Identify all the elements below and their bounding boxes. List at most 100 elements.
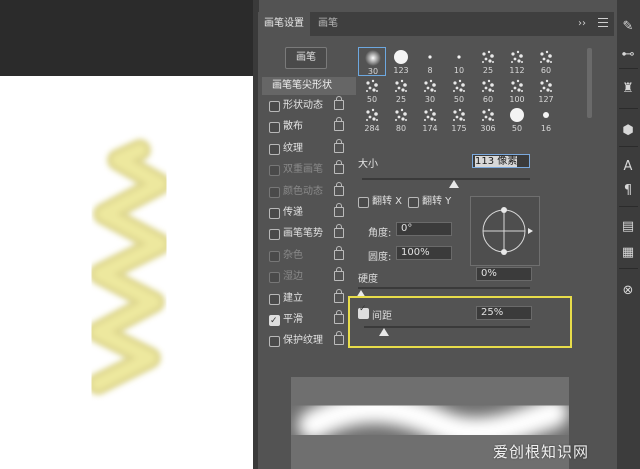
character-icon[interactable]: A — [621, 160, 635, 174]
angle-roundness-widget[interactable] — [470, 196, 540, 266]
option-checkbox[interactable] — [269, 208, 280, 219]
roundness-label: 圆度: — [368, 252, 392, 263]
paragraph-icon[interactable]: ¶ — [621, 184, 635, 198]
lock-icon[interactable] — [334, 245, 344, 260]
option-checkbox[interactable] — [269, 250, 280, 262]
spacing-checkbox[interactable] — [358, 304, 369, 319]
lock-icon[interactable] — [334, 96, 344, 110]
brush-option-row[interactable]: 杂色 — [262, 245, 346, 266]
spacing-input[interactable]: 25% — [476, 306, 532, 320]
hardness-input[interactable]: 0% — [476, 267, 532, 281]
spacing-slider-knob[interactable] — [378, 328, 389, 336]
lock-icon[interactable] — [334, 160, 344, 175]
3d-cube-icon[interactable]: ⬢ — [621, 124, 635, 138]
brush-option-row[interactable]: 建立 — [262, 288, 346, 309]
option-checkbox[interactable] — [269, 293, 280, 305]
option-checkbox[interactable] — [269, 186, 280, 198]
preset-size-label: 174 — [422, 124, 438, 133]
brush-panel-icon[interactable]: ✎ — [621, 20, 635, 34]
lock-icon[interactable] — [334, 288, 344, 303]
brush-preset-item[interactable]: 80 — [387, 105, 415, 134]
clone-source-icon[interactable]: ⊷ — [621, 48, 635, 62]
brush-option-row[interactable]: 平滑 — [262, 310, 346, 331]
brush-preset-item[interactable]: 112 — [503, 47, 531, 76]
option-checkbox[interactable] — [269, 272, 280, 284]
brush-option-row[interactable]: 双重画笔 — [262, 160, 346, 180]
glyphs-icon[interactable]: ▤ — [621, 220, 635, 234]
brush-preset-item[interactable]: 60 — [532, 47, 560, 76]
brush-option-row[interactable]: 保护纹理 — [262, 331, 346, 351]
size-value: 113 像素 — [475, 156, 518, 167]
brush-preset-item[interactable]: 100 — [503, 76, 531, 105]
brush-preset-item[interactable]: 8 — [416, 47, 444, 76]
option-checkbox[interactable] — [269, 122, 280, 134]
brush-preset-item[interactable]: 30 — [358, 47, 386, 76]
stamp-icon[interactable]: ♜ — [621, 82, 635, 96]
tab-brush-settings[interactable]: 画笔设置 — [258, 12, 310, 36]
option-label: 形状动态 — [283, 100, 323, 111]
canvas-dark-area — [0, 0, 255, 76]
brush-option-row[interactable]: 传递 — [262, 203, 346, 223]
brush-preset-item[interactable]: 174 — [416, 105, 444, 134]
lock-icon[interactable] — [334, 203, 344, 217]
panel-menu-icon[interactable] — [598, 18, 608, 28]
notes-icon[interactable]: ▦ — [621, 246, 635, 260]
lock-icon[interactable] — [334, 181, 344, 196]
option-checkbox[interactable] — [269, 165, 280, 177]
preset-size-label: 60 — [482, 95, 494, 104]
brush-tip-icon — [457, 55, 461, 59]
brush-option-row[interactable]: 画笔笔势 — [262, 224, 346, 244]
brush-preset-item[interactable]: 123 — [387, 47, 415, 76]
lock-icon[interactable] — [334, 331, 344, 346]
lock-icon[interactable] — [334, 117, 344, 132]
brush-tip-shape-item[interactable]: 画笔笔尖形状 — [262, 77, 356, 95]
brush-preset-item[interactable]: 25 — [387, 76, 415, 105]
brush-preset-item[interactable]: 10 — [445, 47, 473, 76]
brush-preset-item[interactable]: 16 — [532, 105, 560, 134]
tab-brushes[interactable]: 画笔 — [312, 12, 344, 36]
brushes-button[interactable]: 画笔 — [285, 47, 327, 69]
brush-preset-item[interactable]: 50 — [445, 76, 473, 105]
brush-preset-item[interactable]: 50 — [358, 76, 386, 105]
collapse-panel-button[interactable]: ›› — [578, 12, 586, 36]
option-label: 颜色动态 — [283, 185, 323, 197]
flip-y-checkbox[interactable] — [408, 197, 419, 208]
document-canvas[interactable] — [0, 76, 255, 469]
brush-option-row[interactable]: 湿边 — [262, 267, 346, 287]
brush-tip-icon — [424, 79, 436, 92]
brush-preset-item[interactable]: 50 — [503, 105, 531, 134]
hardness-slider-track[interactable] — [358, 287, 530, 289]
lock-icon[interactable] — [334, 224, 344, 239]
size-slider-track[interactable] — [362, 178, 530, 180]
brush-option-row[interactable]: 散布 — [262, 117, 346, 137]
size-input[interactable]: 113 像素 — [472, 154, 530, 168]
option-checkbox[interactable] — [269, 101, 280, 112]
flip-x-checkbox[interactable] — [358, 197, 369, 208]
option-checkbox[interactable] — [269, 229, 280, 241]
brush-preset-item[interactable]: 60 — [474, 76, 502, 105]
brush-preset-item[interactable]: 284 — [358, 105, 386, 134]
brush-preset-item[interactable]: 25 — [474, 47, 502, 76]
brush-preset-item[interactable]: 175 — [445, 105, 473, 134]
share-icon[interactable]: ⊗ — [621, 284, 635, 298]
preset-scrollbar[interactable] — [587, 48, 592, 118]
brush-preset-item[interactable]: 306 — [474, 105, 502, 134]
preset-size-label: 50 — [453, 95, 465, 104]
lock-icon[interactable] — [334, 267, 344, 282]
brush-preset-item[interactable]: 30 — [416, 76, 444, 105]
angle-input[interactable]: 0° — [396, 222, 452, 236]
brush-tip-icon — [511, 50, 523, 63]
brush-option-row[interactable]: 颜色动态 — [262, 181, 346, 202]
brush-preset-item[interactable]: 127 — [532, 76, 560, 105]
brush-option-row[interactable]: 纹理 — [262, 138, 346, 159]
option-checkbox[interactable] — [269, 143, 280, 155]
lock-icon[interactable] — [334, 138, 344, 153]
roundness-input[interactable]: 100% — [396, 246, 452, 260]
option-checkbox[interactable] — [269, 336, 280, 348]
brush-option-row[interactable]: 形状动态 — [262, 96, 346, 116]
size-slider-knob[interactable] — [449, 180, 460, 188]
right-tool-strip: ✎ ⊷ ♜ ⬢ A ¶ ▤ ▦ ⊗ — [617, 0, 640, 469]
option-label: 纹理 — [283, 142, 303, 154]
option-checkbox[interactable] — [269, 311, 280, 331]
lock-icon[interactable] — [334, 310, 344, 324]
